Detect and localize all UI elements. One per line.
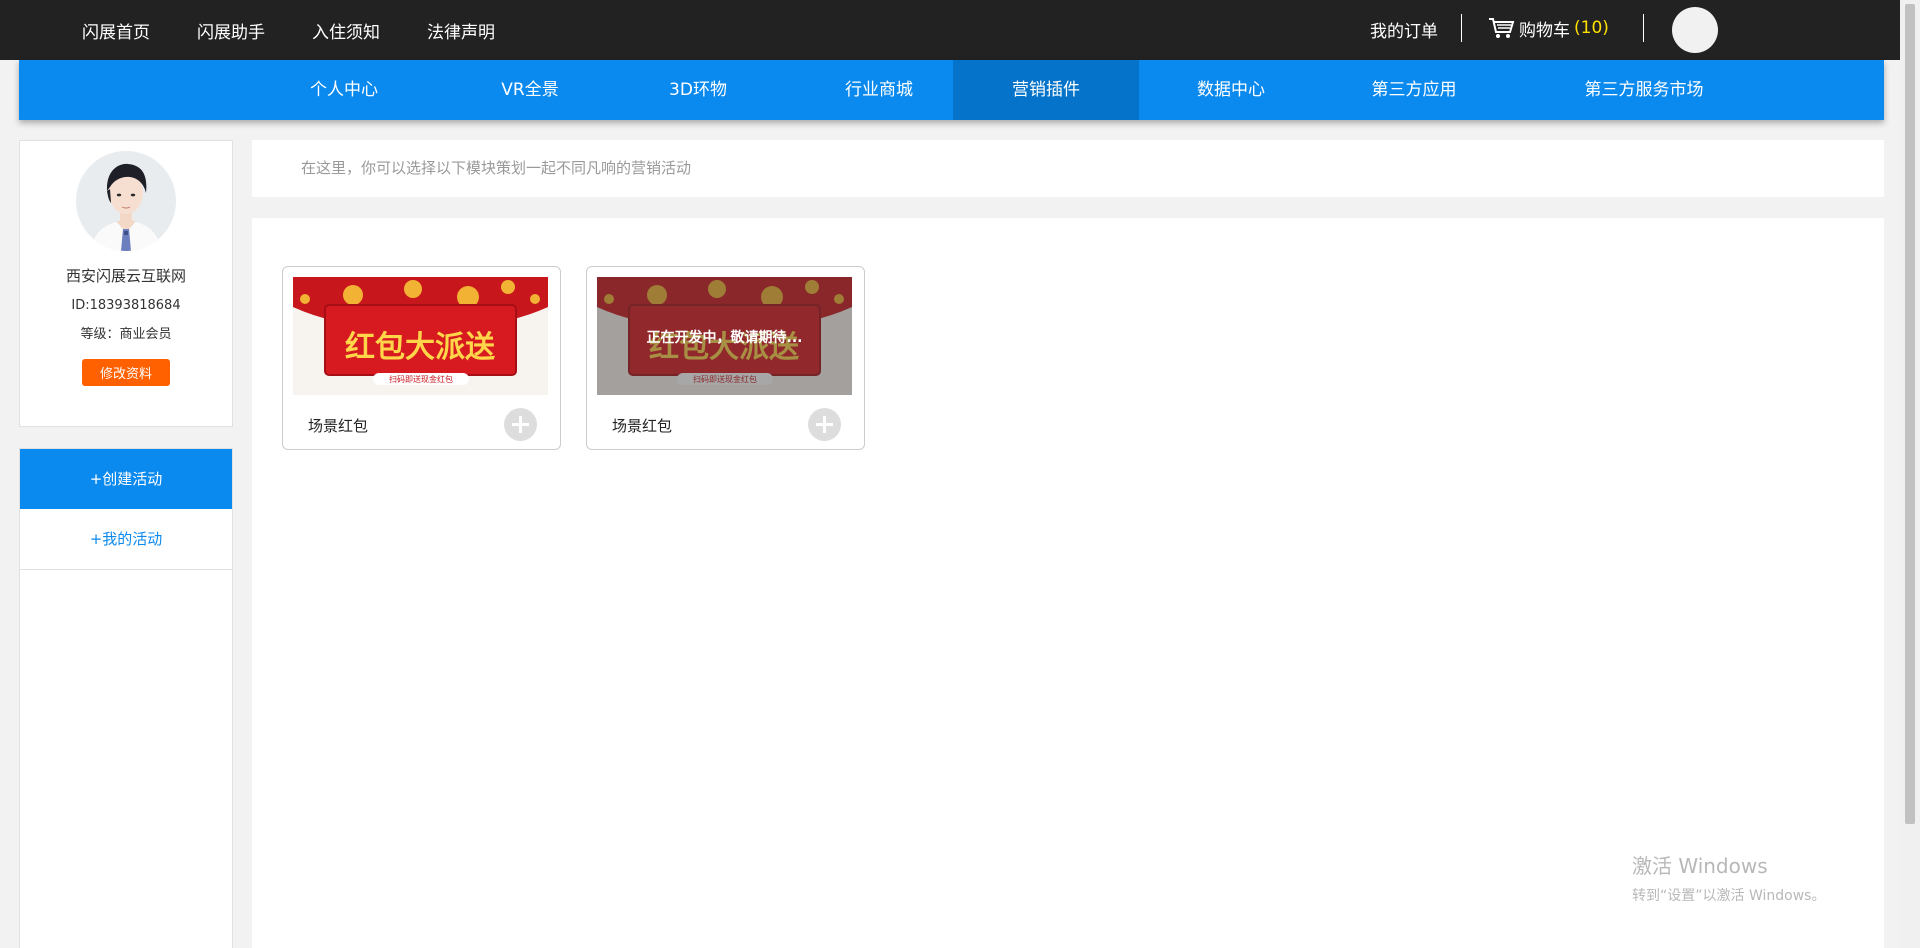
divider xyxy=(1643,14,1644,42)
profile-level: 等级：商业会员 xyxy=(80,327,172,342)
add-plus-icon[interactable] xyxy=(504,408,537,441)
windows-watermark: 激活 Windows 转到“设置”以激活 Windows。 xyxy=(1632,850,1825,905)
profile-name: 西安闪展云互联网 xyxy=(65,267,186,285)
cart-label: 购物车 xyxy=(1519,20,1570,41)
plugin-card-red-packet-dev[interactable]: 红包大派送 扫码即送现金红包 正在开发中，敬请期待... 场景红包 xyxy=(586,266,865,450)
nav-marketing-plugins[interactable]: 营销插件 xyxy=(953,60,1139,120)
scrollbar[interactable] xyxy=(1900,0,1920,948)
top-nav: 闪展首页 闪展助手 入住须知 法律声明 xyxy=(82,18,542,43)
profile-card: 西安闪展云互联网 ID:18393818684 等级：商业会员 修改资料 xyxy=(19,140,233,427)
nav-personal-center[interactable]: 个人中心 xyxy=(251,60,437,120)
my-orders-link[interactable]: 我的订单 xyxy=(1370,17,1438,42)
plugin-grid: 红包大派送 扫码即送现金红包 场景红包 红包大派送 扫码即送现金红包 正在开发中… xyxy=(252,218,1884,948)
top-nav-notice[interactable]: 入住须知 xyxy=(312,18,380,43)
divider xyxy=(1461,14,1462,42)
top-nav-home[interactable]: 闪展首页 xyxy=(82,18,150,43)
card-label: 场景红包 xyxy=(612,417,673,435)
cart-count: (10) xyxy=(1574,18,1609,38)
profile-id: ID:18393818684 xyxy=(71,298,181,313)
avatar xyxy=(76,151,176,251)
dev-overlay: 正在开发中，敬请期待... xyxy=(597,277,852,395)
nav-vr-panorama[interactable]: VR全景 xyxy=(437,60,623,120)
edit-profile-button[interactable]: 修改资料 xyxy=(81,359,170,386)
nav-3d-object[interactable]: 3D环物 xyxy=(605,60,791,120)
intro-banner: 在这里，你可以选择以下模块策划一起不同凡响的营销活动 xyxy=(252,140,1884,197)
main-nav: 个人中心 VR全景 3D环物 行业商城 营销插件 数据中心 第三方应用 第三方服… xyxy=(19,60,1884,120)
cart-link[interactable]: 购物车 (10) xyxy=(1487,14,1609,42)
top-nav-legal[interactable]: 法律声明 xyxy=(427,18,495,43)
red-packet-banner: 红包大派送 扫码即送现金红包 正在开发中，敬请期待... xyxy=(597,277,852,395)
plugin-card-red-packet[interactable]: 红包大派送 扫码即送现金红包 场景红包 xyxy=(282,266,561,450)
watermark-line1: 激活 Windows xyxy=(1632,854,1768,878)
add-plus-icon[interactable] xyxy=(808,408,841,441)
nav-data-center[interactable]: 数据中心 xyxy=(1138,60,1324,120)
watermark-line2: 转到“设置”以激活 Windows。 xyxy=(1632,888,1826,904)
card-label: 场景红包 xyxy=(308,417,369,435)
top-bar: 闪展首页 闪展助手 入住须知 法律声明 我的订单 购物车 (10) xyxy=(0,0,1900,60)
nav-third-party-market[interactable]: 第三方服务市场 xyxy=(1531,60,1757,120)
nav-third-party-apps[interactable]: 第三方应用 xyxy=(1321,60,1507,120)
sidebar-menu: +创建活动 +我的活动 xyxy=(19,448,233,948)
user-avatar[interactable] xyxy=(1672,7,1718,53)
my-activities-button[interactable]: +我的活动 xyxy=(20,509,232,570)
intro-text: 在这里，你可以选择以下模块策划一起不同凡响的营销活动 xyxy=(301,159,692,177)
top-nav-assistant[interactable]: 闪展助手 xyxy=(197,18,265,43)
red-packet-banner: 红包大派送 扫码即送现金红包 xyxy=(293,277,548,395)
cart-icon xyxy=(1489,18,1515,38)
scrollbar-thumb[interactable] xyxy=(1905,4,1915,824)
banner-title: 红包大派送 xyxy=(345,330,495,365)
dev-overlay-text: 正在开发中，敬请期待... xyxy=(646,330,803,346)
nav-industry-mall[interactable]: 行业商城 xyxy=(786,60,972,120)
create-activity-button[interactable]: +创建活动 xyxy=(20,449,232,509)
banner-subtitle: 扫码即送现金红包 xyxy=(389,374,453,384)
